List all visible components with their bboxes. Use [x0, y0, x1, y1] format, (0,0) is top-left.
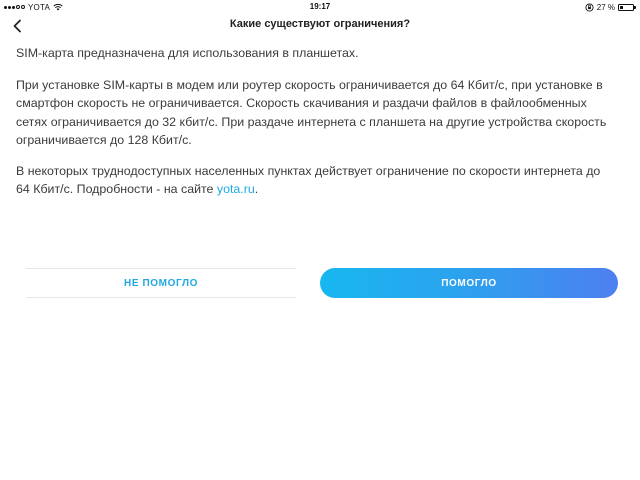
helped-button[interactable]: ПОМОГЛО: [320, 268, 618, 298]
paragraph-remote-areas: В некоторых труднодоступных населенных п…: [16, 162, 616, 199]
answer-content: SIM-карта предназначена для использовани…: [16, 44, 616, 211]
battery-percent: 27 %: [596, 2, 615, 12]
yota-site-link[interactable]: yota.ru: [217, 182, 255, 196]
status-bar: YOTA 19:17 27 %: [0, 0, 640, 14]
page-title: Какие существуют ограничения?: [229, 18, 411, 30]
paragraph-remote-areas-text: В некоторых труднодоступных населенных п…: [16, 163, 601, 197]
orientation-lock-icon: [585, 2, 594, 12]
paragraph-remote-areas-end: .: [254, 182, 259, 196]
status-time: 19:17: [309, 2, 331, 11]
paragraph-intro: SIM-карта предназначена для использовани…: [16, 46, 359, 60]
paragraph-speed-limits: При установке SIM-карты в модем или роут…: [16, 77, 607, 148]
battery-icon: [618, 3, 636, 11]
battery-fill: [620, 5, 623, 9]
nav-bar: Какие существуют ограничения?: [0, 14, 640, 38]
status-right: 27 %: [585, 2, 636, 12]
not-helped-button[interactable]: НЕ ПОМОГЛО: [26, 268, 296, 298]
